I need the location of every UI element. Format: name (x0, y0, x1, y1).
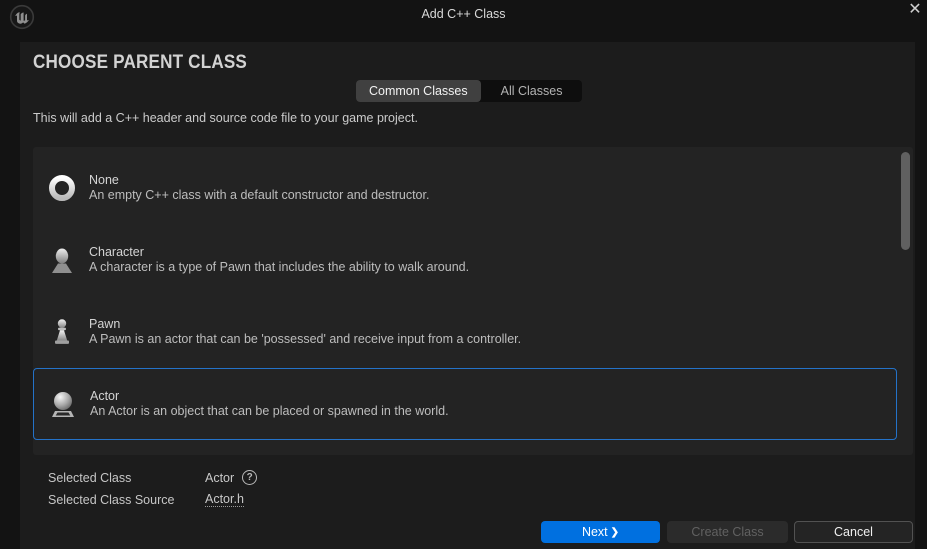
class-name: Actor (90, 389, 449, 404)
actor-icon (48, 389, 78, 419)
titlebar: Add C++ Class ✕ (0, 0, 927, 30)
class-name: Pawn (89, 317, 521, 332)
help-icon[interactable]: ? (242, 470, 257, 485)
selected-class-source-link[interactable]: Actor.h (205, 492, 244, 507)
page-title: CHOOSE PARENT CLASS (33, 52, 247, 74)
close-icon[interactable]: ✕ (905, 0, 925, 20)
list-item-none[interactable]: None An empty C++ class with a default c… (33, 152, 897, 224)
class-description: A character is a type of Pawn that inclu… (89, 260, 469, 275)
class-view-tabs: Common Classes All Classes (356, 80, 582, 102)
parent-class-list: None An empty C++ class with a default c… (33, 147, 913, 455)
pawn-icon (47, 317, 77, 347)
tab-all-classes[interactable]: All Classes (481, 80, 583, 102)
next-button[interactable]: Next ❯ (541, 521, 660, 543)
selected-class-row: Selected Class Actor ? (48, 470, 257, 485)
class-name: Character (89, 245, 469, 260)
list-scrollbar[interactable] (901, 152, 910, 250)
add-class-dialog-panel: CHOOSE PARENT CLASS Common Classes All C… (20, 42, 915, 549)
class-description: A Pawn is an actor that can be 'possesse… (89, 332, 521, 347)
selected-class-label: Selected Class (48, 471, 205, 485)
character-icon (47, 245, 77, 275)
cancel-button-label: Cancel (834, 525, 873, 539)
class-description: An empty C++ class with a default constr… (89, 188, 429, 203)
dialog-description: This will add a C++ header and source co… (33, 111, 418, 125)
selected-class-source-row: Selected Class Source Actor.h (48, 492, 244, 507)
create-class-button[interactable]: Create Class (667, 521, 788, 543)
class-description: An Actor is an object that can be placed… (90, 404, 449, 419)
list-item-character[interactable]: Character A character is a type of Pawn … (33, 224, 897, 296)
ring-icon (47, 173, 77, 203)
class-name: None (89, 173, 429, 188)
list-item-pawn[interactable]: Pawn A Pawn is an actor that can be 'pos… (33, 296, 897, 368)
create-class-button-label: Create Class (691, 525, 763, 539)
tab-common-classes[interactable]: Common Classes (356, 80, 481, 102)
next-button-label: Next (582, 525, 608, 539)
list-item-actor[interactable]: Actor An Actor is an object that can be … (33, 368, 897, 440)
cancel-button[interactable]: Cancel (794, 521, 913, 543)
chevron-right-icon: ❯ (611, 527, 619, 538)
selected-class-source-label: Selected Class Source (48, 493, 205, 507)
window-title: Add C++ Class (0, 7, 927, 21)
selected-class-value: Actor (205, 471, 234, 485)
